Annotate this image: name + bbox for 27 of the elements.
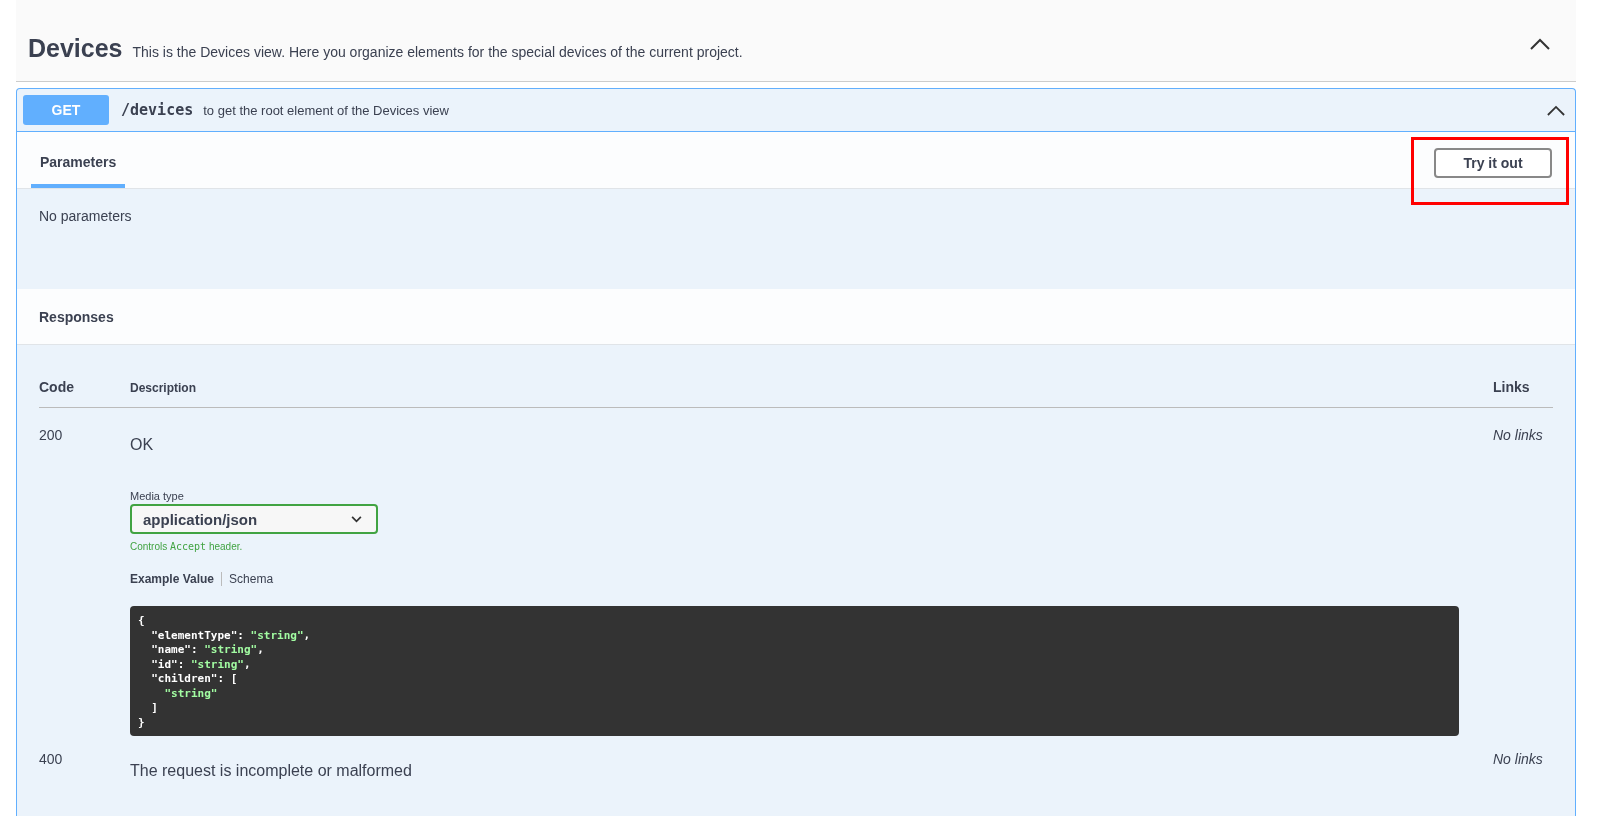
responses-heading: Responses [39,308,114,325]
media-type-select[interactable]: application/json [130,504,378,534]
links-text: No links [1493,427,1543,443]
chevron-down-icon [351,515,362,523]
example-tab[interactable]: Example Value [130,572,215,586]
try-it-out-button[interactable]: Try it out [1434,148,1552,178]
section-description: This is the Devices view. Here you organize elements for the special devices of the current project. [132,44,743,60]
chevron-up-icon[interactable] [1547,105,1565,116]
response-description: The request is incomplete or malformed [130,762,413,780]
endpoint-summary: to get the root element of the Devices view [203,102,449,118]
code-block: { "elementType": "string", "name": "string", "id": "string", "children": [ "string" ] } [130,606,1459,736]
status-code: 400 [39,751,63,767]
column-header: Description [130,381,197,395]
media-type-label: Media type [130,490,185,502]
links-text: No links [1493,751,1543,767]
status-code: 200 [39,427,63,443]
endpoint-path: /devices [121,101,194,119]
section-title: Devices [28,34,123,63]
response-description: OK [130,436,155,454]
chevron-up-icon[interactable] [1530,38,1550,50]
column-header: Code [39,379,75,395]
no-parameters-text: No parameters [39,208,132,224]
method-badge: GET [23,95,109,125]
media-type-hint: Controls Accept header. [130,541,244,552]
parameters-tab[interactable]: Parameters [31,138,126,188]
example-tab[interactable]: Schema [229,572,274,586]
column-header: Links [1493,379,1531,395]
